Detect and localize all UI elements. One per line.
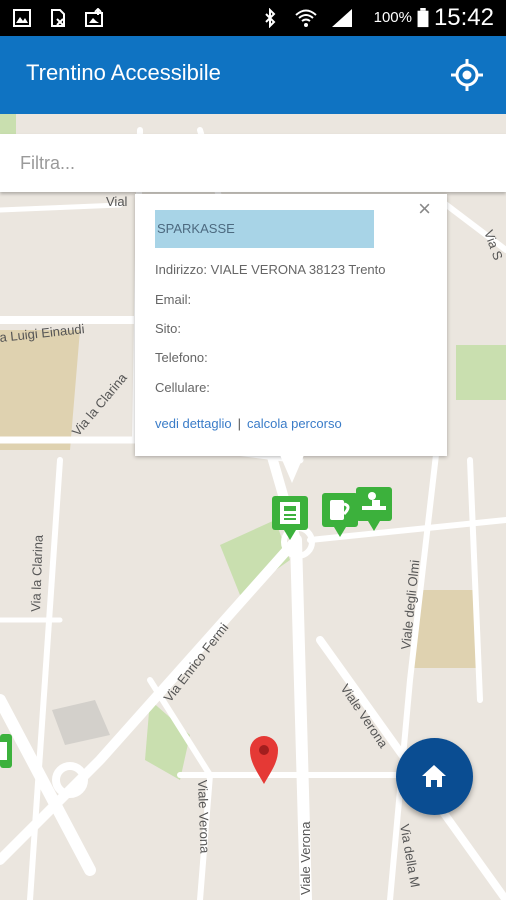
gallery-icon	[13, 9, 31, 27]
signal-icon	[332, 9, 352, 27]
app-bar: Trentino Accessibile	[0, 36, 506, 114]
map-area	[414, 590, 478, 668]
poi-phone-label: Telefono:	[155, 350, 208, 365]
my-location-icon[interactable]	[450, 58, 484, 92]
road-label: Viale Verona	[298, 821, 313, 895]
park-area	[456, 345, 506, 400]
poi-email-label: Email:	[155, 292, 192, 307]
status-bar: 100% 15:42	[0, 0, 506, 36]
detail-link[interactable]: vedi dettaglio	[155, 416, 232, 431]
file-icon	[51, 9, 65, 27]
photo-upload-icon	[85, 8, 103, 27]
road-label: Via la Clarina	[28, 534, 46, 612]
battery-icon	[417, 8, 429, 28]
clock: 15:42	[433, 4, 494, 31]
home-icon	[422, 765, 446, 787]
poi-mobile-label: Cellulare:	[155, 380, 210, 395]
road-label: Vial	[106, 194, 128, 209]
wifi-icon	[295, 9, 317, 27]
filter-bar	[0, 134, 506, 192]
poi-name: SPARKASSE	[155, 210, 374, 248]
popup-tail	[280, 455, 304, 483]
map-area	[0, 330, 80, 450]
app-title: Trentino Accessibile	[26, 60, 221, 85]
poi-address: Indirizzo: VIALE VERONA 38123 Trento	[155, 262, 386, 277]
poi-marker-icon[interactable]	[0, 734, 12, 768]
bluetooth-icon	[265, 8, 276, 28]
poi-info-popup: × SPARKASSE Indirizzo: VIALE VERONA 3812…	[135, 194, 447, 456]
poi-site-label: Sito:	[155, 321, 182, 336]
home-button[interactable]	[396, 738, 473, 815]
close-icon[interactable]: ×	[418, 196, 431, 222]
link-separator: |	[237, 416, 242, 431]
filter-input[interactable]	[0, 134, 506, 192]
popup-links: vedi dettaglio | calcola percorso	[155, 416, 342, 431]
battery-percentage: 100%	[373, 9, 412, 26]
road-label: Viale Verona	[195, 780, 213, 855]
route-link[interactable]: calcola percorso	[247, 416, 342, 431]
